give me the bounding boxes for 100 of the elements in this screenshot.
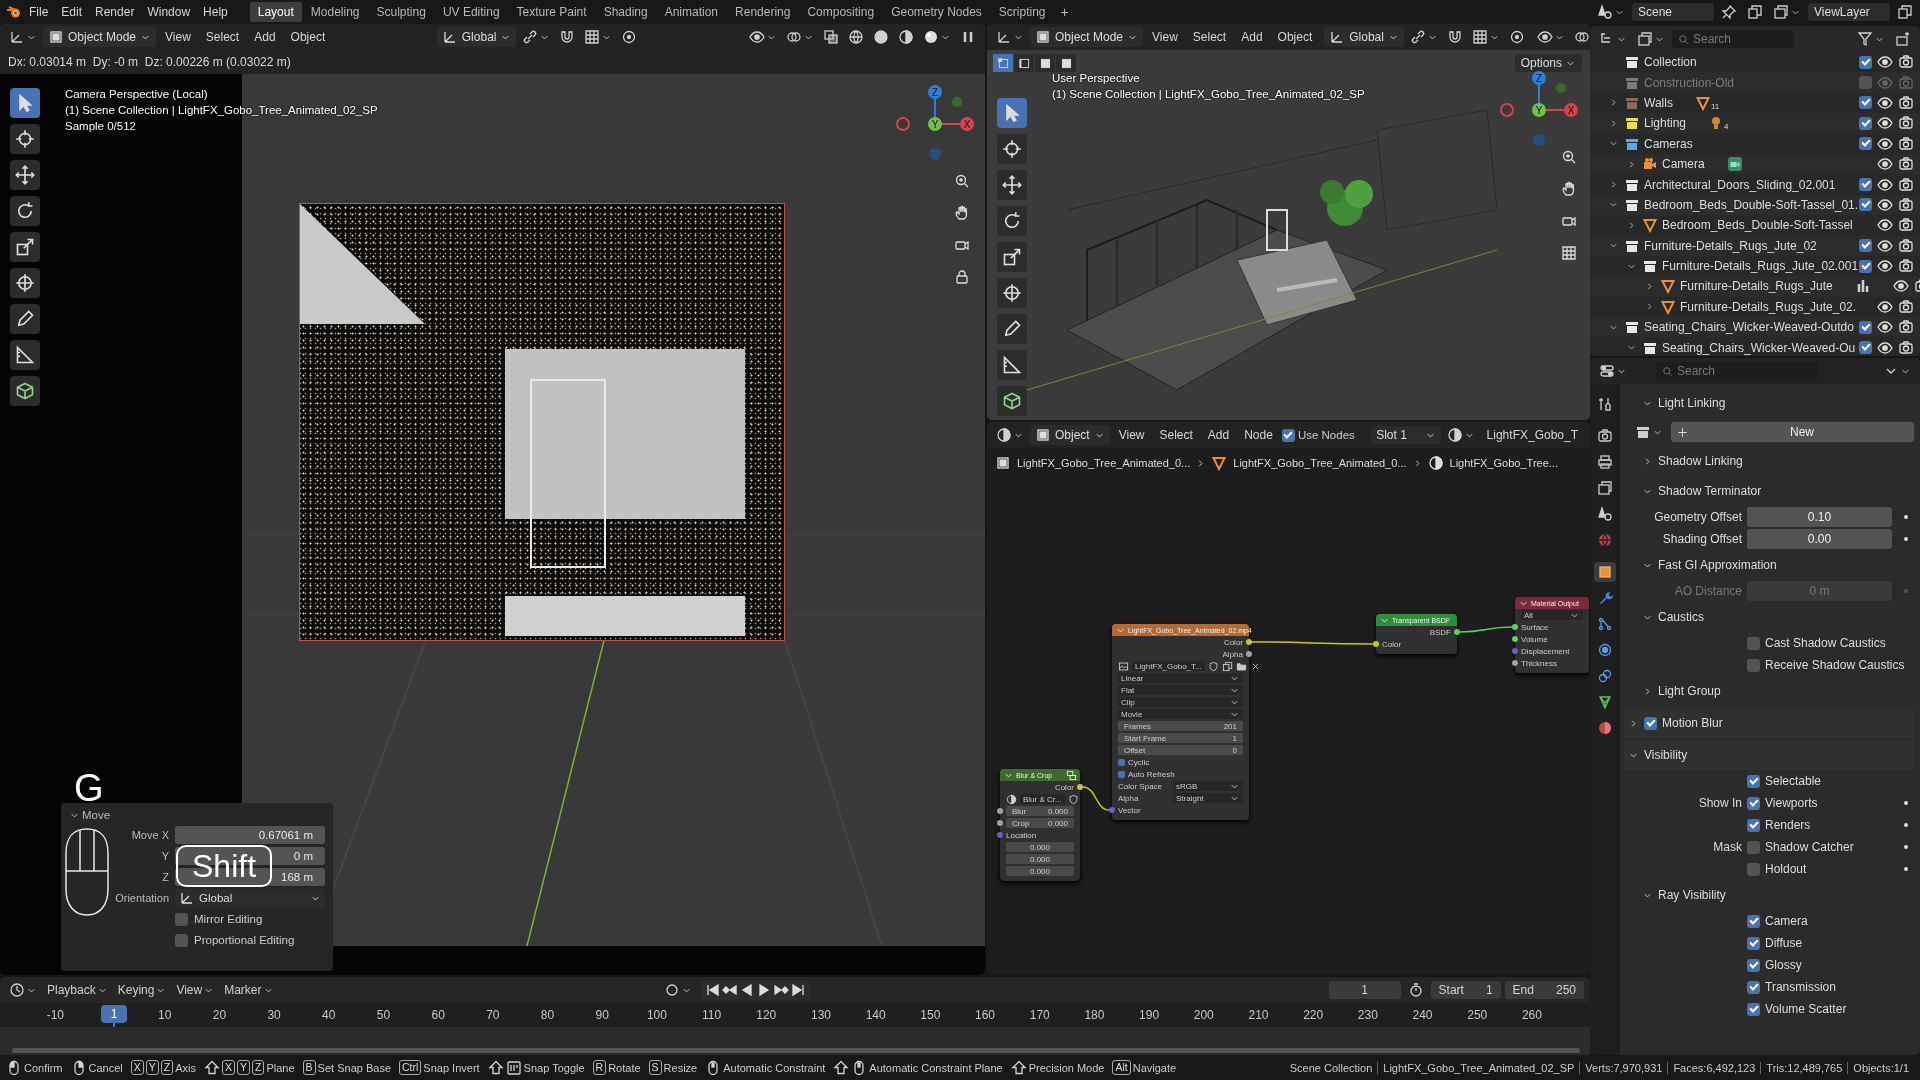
mode-dropdown[interactable]: Object Mode xyxy=(43,27,157,47)
menu-item[interactable]: Add xyxy=(1235,28,1269,46)
menu-item[interactable]: Select xyxy=(199,28,246,46)
checkbox-label[interactable]: Mirror Editing xyxy=(194,913,263,925)
checkbox-label[interactable]: Holdout xyxy=(1765,862,1807,876)
workspace-tab[interactable]: Scripting xyxy=(990,2,1054,22)
start-frame-field[interactable]: Start 1 xyxy=(1430,981,1501,999)
menu-item[interactable]: File xyxy=(23,3,55,21)
end-frame-field[interactable]: End 250 xyxy=(1504,981,1584,999)
checkbox-label[interactable]: Use Nodes xyxy=(1297,429,1355,441)
number-field[interactable]: Offset 0 xyxy=(1118,745,1243,755)
panel-title[interactable]: Ray Visibility xyxy=(1658,888,1726,902)
dropdown[interactable]: All xyxy=(1521,610,1583,620)
workspace-tab[interactable]: Sculpting xyxy=(368,2,434,22)
menu-item[interactable]: Render xyxy=(89,3,141,21)
outliner-item[interactable]: Bedroom_Beds_Double-Soft-Tassel xyxy=(1662,218,1855,233)
outliner-item[interactable]: Collection xyxy=(1644,55,1855,70)
image-selector[interactable]: LightFX_Gobo_T... xyxy=(1132,661,1205,671)
node-type-dropdown[interactable]: Object xyxy=(1030,425,1110,445)
orientation-dropdown[interactable]: Global xyxy=(1324,27,1404,47)
menu-item[interactable]: Select xyxy=(1186,28,1233,46)
checkbox-label[interactable]: Proportional Editing xyxy=(194,934,295,946)
outliner-item[interactable]: Seating_Chairs_Wicker-Weaved-Ou xyxy=(1662,340,1855,355)
panel-title[interactable]: Light Linking xyxy=(1658,396,1726,410)
menu-dropdown[interactable]: View xyxy=(173,981,218,999)
number-field[interactable]: 0.000 xyxy=(1006,854,1074,864)
axis-gizmo[interactable]: Z Y X xyxy=(895,84,975,164)
dropdown[interactable]: Movie xyxy=(1118,709,1243,719)
menu-item[interactable]: View xyxy=(159,28,197,46)
slot-dropdown[interactable]: Slot 1 xyxy=(1371,426,1441,444)
new-button[interactable]: New xyxy=(1671,422,1914,442)
material-name-field[interactable]: LightFX_Gobo_T xyxy=(1480,426,1584,444)
checkbox-label[interactable]: Cast Shadow Caustics xyxy=(1765,636,1886,650)
checkbox-label[interactable]: Camera xyxy=(1765,914,1808,928)
breadcrumb-item[interactable]: LightFX_Gobo_Tree_Animated_0... xyxy=(1233,457,1407,469)
outliner-item[interactable]: Lighting xyxy=(1644,116,1687,131)
mode-dropdown[interactable]: Object Mode xyxy=(1030,27,1144,47)
breadcrumb-item[interactable]: LightFX_Gobo_Tree... xyxy=(1449,457,1558,469)
menu-item[interactable]: View xyxy=(1112,426,1151,444)
menu-item[interactable]: Window xyxy=(141,3,197,21)
workspace-tab[interactable]: Compositing xyxy=(799,2,883,22)
number-field[interactable]: 0.67061 m xyxy=(175,826,325,844)
outliner-item[interactable]: Walls xyxy=(1644,95,1673,110)
menu-item[interactable]: View xyxy=(1146,28,1184,46)
checkbox-label[interactable]: Renders xyxy=(1765,818,1811,832)
current-frame-field[interactable]: 1 xyxy=(1328,981,1401,999)
add-workspace-button[interactable]: + xyxy=(1054,4,1075,20)
panel-title[interactable]: Visibility xyxy=(1644,748,1688,762)
panel-title[interactable]: Shadow Linking xyxy=(1658,454,1743,468)
panel-title[interactable]: Fast GI Approximation xyxy=(1658,558,1777,572)
checkbox-label[interactable]: Receive Shadow Caustics xyxy=(1765,658,1905,672)
workspace-tab[interactable]: Animation xyxy=(656,2,727,22)
node-group-selector[interactable]: Blur & Cr... xyxy=(1020,794,1065,804)
number-field[interactable]: Crop 0.000 xyxy=(1006,818,1074,828)
panel-title[interactable]: Motion Blur xyxy=(1662,716,1723,730)
number-field[interactable]: 0.000 xyxy=(1006,866,1074,876)
outliner-item[interactable]: Cameras xyxy=(1644,136,1855,151)
number-field[interactable]: 0.00 xyxy=(1747,529,1892,549)
workspace-tab[interactable]: Texture Paint xyxy=(508,2,595,22)
checkbox-label[interactable]: Cyclic xyxy=(1128,757,1150,767)
menu-item[interactable]: Add xyxy=(248,28,282,46)
outliner-item[interactable]: Camera xyxy=(1662,157,1705,172)
outliner-item[interactable]: Furniture-Details_Rugs_Jute_02. xyxy=(1680,299,1855,314)
dropdown[interactable]: Straight xyxy=(1173,793,1243,803)
workspace-tab[interactable]: Geometry Nodes xyxy=(883,2,990,22)
menu-item[interactable]: Node xyxy=(1238,426,1279,444)
checkbox-label[interactable]: Shadow Catcher xyxy=(1765,840,1854,854)
menu-item[interactable]: Help xyxy=(197,3,234,21)
menu-item[interactable]: Select xyxy=(1153,426,1199,444)
workspace-tab[interactable]: UV Editing xyxy=(434,2,508,22)
menu-item[interactable]: Object xyxy=(1271,28,1319,46)
number-field[interactable]: Blur 0.000 xyxy=(1006,806,1074,816)
menu-item[interactable]: Add xyxy=(1201,426,1236,444)
menu-dropdown[interactable]: Marker xyxy=(221,981,277,999)
view-layer-field[interactable]: ViewLayer xyxy=(1808,3,1890,21)
search-field[interactable]: Search xyxy=(1672,30,1794,48)
outliner-item[interactable]: Architectural_Doors_Sliding_02.001 xyxy=(1644,177,1855,192)
menu-item[interactable]: Object xyxy=(284,28,332,46)
search-field[interactable]: Search xyxy=(1656,362,1818,380)
number-field[interactable]: 0.10 xyxy=(1747,507,1892,527)
number-field[interactable]: Start Frame 1 xyxy=(1118,733,1243,743)
checkbox-label[interactable]: Volume Scatter xyxy=(1765,1002,1847,1016)
number-field[interactable]: 0.000 xyxy=(1006,842,1074,852)
orientation-dropdown[interactable]: Global xyxy=(436,27,517,47)
options-dropdown[interactable]: Options xyxy=(1514,54,1582,72)
checkbox-label[interactable]: Selectable xyxy=(1765,774,1822,788)
dropdown[interactable]: Clip xyxy=(1118,697,1243,707)
number-field[interactable]: Frames 201 xyxy=(1118,721,1243,731)
checkbox-label[interactable]: Auto Refresh xyxy=(1128,769,1175,779)
panel-title[interactable]: Move xyxy=(82,809,111,821)
orientation-dropdown[interactable]: Global xyxy=(175,889,325,907)
breadcrumb-item[interactable]: LightFX_Gobo_Tree_Animated_0... xyxy=(1017,457,1191,469)
panel-title[interactable]: Shadow Terminator xyxy=(1658,484,1762,498)
checkbox-label[interactable]: Diffuse xyxy=(1765,936,1803,950)
workspace-tab[interactable]: Rendering xyxy=(727,2,799,22)
menu-item[interactable]: Edit xyxy=(55,3,89,21)
menu-dropdown[interactable]: Playback xyxy=(44,981,111,999)
dropdown[interactable]: Linear xyxy=(1118,673,1243,683)
panel-title[interactable]: Light Group xyxy=(1658,684,1721,698)
checkbox-label[interactable]: Transmission xyxy=(1765,980,1836,994)
